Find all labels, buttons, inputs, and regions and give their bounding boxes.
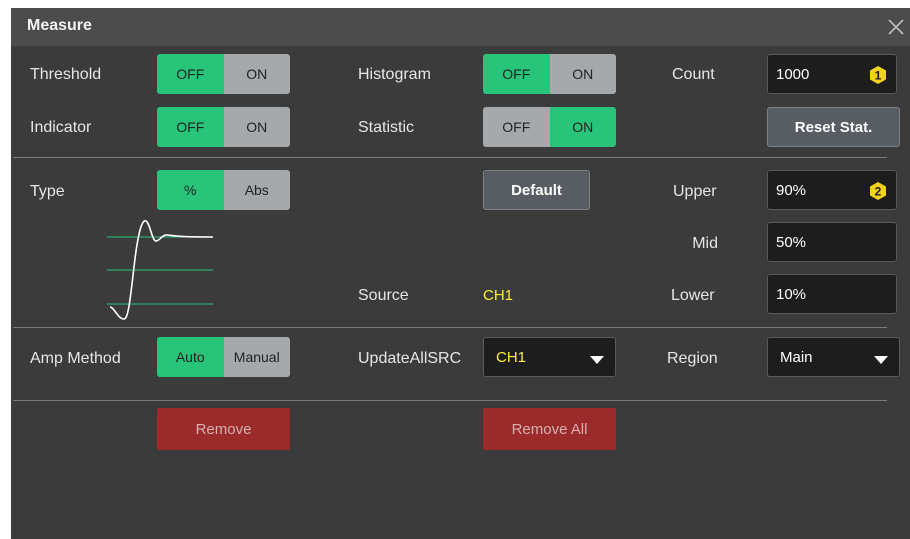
amp-method-label: Amp Method (30, 350, 121, 367)
badge-2-icon: 2 (868, 181, 888, 201)
badge-1-icon: 1 (868, 65, 888, 85)
region-label: Region (667, 350, 718, 367)
count-value: 1000 (776, 66, 810, 83)
dialog-title: Measure (27, 17, 92, 34)
close-icon[interactable] (886, 17, 906, 37)
histogram-off-option[interactable]: OFF (483, 54, 550, 94)
threshold-off-option[interactable]: OFF (157, 54, 224, 94)
mid-label: Mid (692, 235, 718, 252)
reset-stat-button[interactable]: Reset Stat. (767, 107, 900, 147)
amp-method-toggle[interactable]: Auto Manual (157, 337, 290, 377)
separator-1 (13, 157, 887, 158)
type-abs-option[interactable]: Abs (223, 170, 290, 210)
type-label: Type (30, 183, 65, 200)
histogram-on-option[interactable]: ON (549, 54, 616, 94)
dropdown-arrow-icon (589, 352, 605, 364)
upper-label: Upper (673, 183, 717, 200)
remove-button[interactable]: Remove (157, 408, 290, 450)
update-all-src-dropdown[interactable]: CH1 (483, 337, 616, 377)
remove-all-button[interactable]: Remove All (483, 408, 616, 450)
separator-2 (13, 327, 887, 328)
source-label: Source (358, 287, 409, 304)
indicator-off-option[interactable]: OFF (157, 107, 224, 147)
type-toggle[interactable]: % Abs (157, 170, 290, 210)
lower-value: 10% (776, 286, 807, 303)
svg-text:2: 2 (875, 185, 882, 199)
count-input[interactable]: 1000 1 (767, 54, 897, 94)
default-button[interactable]: Default (483, 170, 590, 210)
update-all-src-label: UpdateAllSRC (358, 350, 462, 367)
amp-method-auto-option[interactable]: Auto (157, 337, 224, 377)
threshold-on-option[interactable]: ON (223, 54, 290, 94)
dropdown-arrow-icon (873, 352, 889, 364)
title-bar: Measure (11, 8, 910, 46)
upper-value: 90% (776, 182, 807, 199)
statistic-off-option[interactable]: OFF (483, 107, 550, 147)
update-all-src-value: CH1 (496, 349, 527, 366)
mid-value: 50% (776, 234, 807, 251)
lower-label: Lower (671, 287, 715, 304)
region-dropdown[interactable]: Main (767, 337, 900, 377)
region-value: Main (780, 349, 813, 366)
statistic-label: Statistic (358, 119, 415, 136)
count-label: Count (672, 66, 715, 83)
statistic-on-option[interactable]: ON (549, 107, 616, 147)
indicator-label: Indicator (30, 119, 92, 136)
amp-method-manual-option[interactable]: Manual (223, 337, 290, 377)
threshold-toggle[interactable]: OFF ON (157, 54, 290, 94)
svg-text:1: 1 (875, 69, 882, 83)
mid-input[interactable]: 50% (767, 222, 897, 262)
type-percent-option[interactable]: % (157, 170, 224, 210)
indicator-toggle[interactable]: OFF ON (157, 107, 290, 147)
histogram-toggle[interactable]: OFF ON (483, 54, 616, 94)
source-value[interactable]: CH1 (483, 287, 513, 304)
threshold-label: Threshold (30, 66, 102, 83)
indicator-on-option[interactable]: ON (223, 107, 290, 147)
threshold-waveform-diagram (80, 207, 220, 327)
upper-input[interactable]: 90% 2 (767, 170, 897, 210)
histogram-label: Histogram (358, 66, 431, 83)
lower-input[interactable]: 10% (767, 274, 897, 314)
separator-3 (13, 400, 887, 401)
statistic-toggle[interactable]: OFF ON (483, 107, 616, 147)
